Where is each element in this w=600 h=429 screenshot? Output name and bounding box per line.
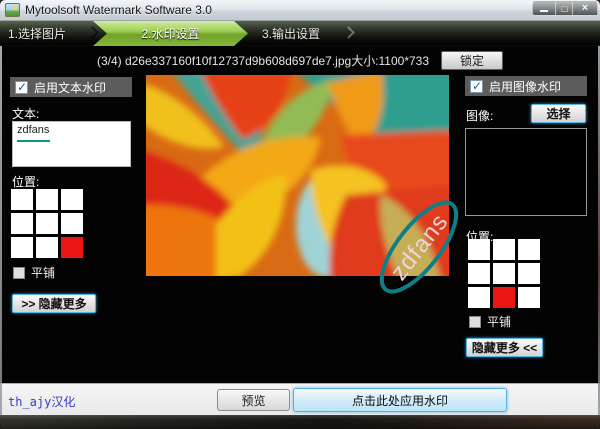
position-cell[interactable] bbox=[468, 263, 490, 284]
enable-image-watermark-label: 启用图像水印 bbox=[489, 78, 561, 95]
position-cell[interactable] bbox=[493, 287, 515, 308]
maximize-button[interactable] bbox=[555, 1, 573, 16]
position-cell[interactable] bbox=[11, 189, 33, 210]
footer-bar: th_ajy汉化 预览 点击此处应用水印 bbox=[0, 383, 600, 415]
tab-select-images[interactable]: 1.选择图片 bbox=[8, 21, 66, 46]
window-title: Mytoolsoft Watermark Software 3.0 bbox=[25, 3, 212, 17]
chevron-right-icon bbox=[86, 26, 99, 39]
text-watermark-header: 启用文本水印 bbox=[10, 77, 132, 97]
position-cell[interactable] bbox=[493, 263, 515, 284]
image-preview-box bbox=[465, 128, 587, 216]
image-tile-label: 平铺 bbox=[487, 313, 511, 330]
position-cell[interactable] bbox=[11, 213, 33, 234]
enable-text-watermark-checkbox[interactable] bbox=[15, 81, 28, 94]
window-border-left bbox=[0, 46, 2, 415]
text-hide-more-button[interactable]: >> 隐藏更多 bbox=[12, 294, 96, 313]
minimize-button[interactable] bbox=[532, 1, 556, 16]
text-tile-row: 平铺 bbox=[13, 264, 55, 281]
close-button[interactable]: × bbox=[572, 1, 598, 16]
position-cell[interactable] bbox=[11, 237, 33, 258]
lock-button[interactable]: 锁定 bbox=[441, 51, 503, 70]
credit-link[interactable]: th_ajy汉化 bbox=[8, 393, 75, 410]
enable-image-watermark-checkbox[interactable] bbox=[470, 80, 483, 93]
position-cell[interactable] bbox=[36, 213, 58, 234]
position-cell[interactable] bbox=[468, 287, 490, 308]
position-cell[interactable] bbox=[61, 213, 83, 234]
chevron-right-icon bbox=[342, 26, 355, 39]
image-tile-row: 平铺 bbox=[469, 313, 511, 330]
preview-button[interactable]: 预览 bbox=[217, 389, 290, 411]
info-bar: (3/4) d26e337160f10f12737d9b608d697de7.j… bbox=[0, 49, 600, 71]
position-cell[interactable] bbox=[36, 189, 58, 210]
watermark-text-input[interactable]: zdfans bbox=[12, 121, 131, 167]
image-label: 图像: bbox=[466, 107, 493, 124]
apply-watermark-button[interactable]: 点击此处应用水印 bbox=[293, 388, 507, 412]
maximize-icon bbox=[561, 6, 568, 12]
position-cell[interactable] bbox=[518, 263, 540, 284]
position-cell[interactable] bbox=[61, 237, 83, 258]
select-image-button[interactable]: 选择 bbox=[531, 104, 586, 123]
image-hide-more-button[interactable]: 隐藏更多 << bbox=[466, 338, 543, 357]
text-tile-checkbox[interactable] bbox=[13, 267, 25, 279]
window-controls: × bbox=[533, 1, 598, 16]
image-watermark-header: 启用图像水印 bbox=[465, 76, 587, 96]
position-cell[interactable] bbox=[518, 239, 540, 260]
main-content: (3/4) d26e337160f10f12737d9b608d697de7.j… bbox=[0, 46, 600, 383]
input-underline bbox=[17, 140, 50, 142]
position-cell[interactable] bbox=[468, 239, 490, 260]
position-cell[interactable] bbox=[36, 237, 58, 258]
position-label: 位置: bbox=[12, 173, 39, 190]
preview-image: zdfans bbox=[146, 75, 449, 290]
tab-output-settings[interactable]: 3.输出设置 bbox=[262, 21, 320, 46]
app-window: Mytoolsoft Watermark Software 3.0 × 1.选择… bbox=[0, 0, 600, 429]
minimize-icon bbox=[540, 10, 548, 12]
enable-text-watermark-label: 启用文本水印 bbox=[34, 79, 106, 96]
position-cell[interactable] bbox=[518, 287, 540, 308]
text-tile-label: 平铺 bbox=[31, 264, 55, 281]
tab-watermark-settings[interactable]: 2.水印设置 bbox=[93, 21, 248, 46]
preview-photo-canvas: zdfans bbox=[146, 75, 449, 290]
text-label: 文本: bbox=[12, 105, 39, 122]
title-bar: Mytoolsoft Watermark Software 3.0 × bbox=[0, 0, 600, 21]
watermark-text-value: zdfans bbox=[17, 124, 49, 136]
text-position-grid bbox=[11, 189, 83, 258]
window-border-bottom bbox=[0, 415, 600, 429]
close-icon: × bbox=[582, 3, 588, 14]
image-position-grid bbox=[468, 239, 540, 308]
image-tile-checkbox[interactable] bbox=[469, 316, 481, 328]
wizard-tab-bar: 1.选择图片 2.水印设置 3.输出设置 bbox=[0, 21, 600, 46]
app-icon bbox=[5, 3, 20, 17]
position-cell[interactable] bbox=[493, 239, 515, 260]
image-info-text: (3/4) d26e337160f10f12737d9b608d697de7.j… bbox=[97, 52, 429, 69]
position-cell[interactable] bbox=[61, 189, 83, 210]
